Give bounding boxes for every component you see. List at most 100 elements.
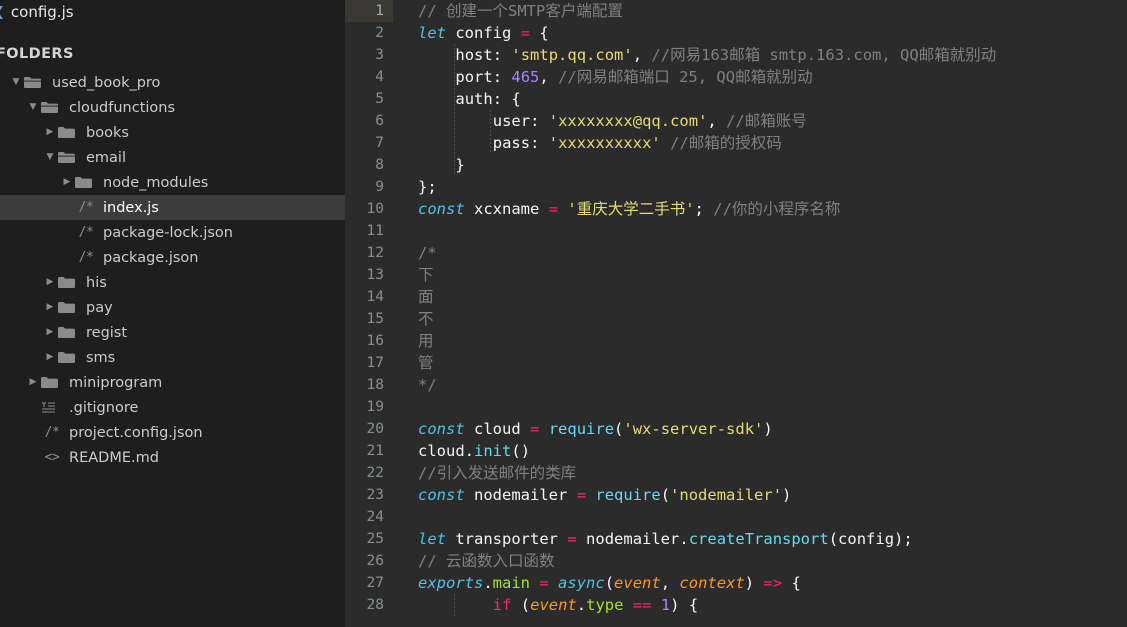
tree-item-label: email — [86, 149, 126, 166]
folder-open-icon — [58, 151, 80, 164]
tree-item-label: used_book_pro — [52, 74, 161, 91]
tree-item-readme-md[interactable]: ▶<>README.md — [0, 445, 345, 470]
code-line[interactable]: */ — [393, 374, 1127, 396]
line-number: 27 — [366, 575, 384, 591]
code-line[interactable]: let transporter = nodemailer.createTrans… — [393, 528, 1127, 550]
tree-item-package-json[interactable]: ▶/*package.json — [0, 245, 345, 270]
tree-item-node-modules[interactable]: ▶ node_modules — [0, 170, 345, 195]
line-number-gutter: 1 2 3 4 5 6 7 8 9 10 11 12 13 14 15 16 17 18 19 20 21 22 23 24 2… — [345, 0, 393, 627]
indent-guide — [454, 44, 455, 176]
tree-item-project-config-json[interactable]: ▶/*project.config.json — [0, 420, 345, 445]
line-number: 26 — [366, 553, 384, 569]
code-line[interactable]: let config = { — [393, 22, 1127, 44]
code-editor[interactable]: 1 2 3 4 5 6 7 8 9 10 11 12 13 14 15 16 17 18 19 20 21 22 23 24 2… — [345, 0, 1127, 627]
code-line[interactable]: // 创建一个SMTP客户端配置 — [393, 0, 1127, 22]
folder-open-icon — [41, 101, 63, 114]
folder-icon — [58, 301, 80, 314]
chevron-right-icon[interactable]: ▶ — [59, 178, 75, 187]
line-number: 18 — [366, 377, 384, 393]
chevron-right-icon[interactable]: ▶ — [42, 278, 58, 287]
tree-item-books[interactable]: ▶ books — [0, 120, 345, 145]
line-number: 6 — [375, 113, 384, 129]
line-number: 5 — [375, 91, 384, 107]
code-line[interactable]: const xcxname = '重庆大学二手书'; //你的小程序名称 — [393, 198, 1127, 220]
tree-item-package-lock-json[interactable]: ▶/*package-lock.json — [0, 220, 345, 245]
folder-icon — [58, 126, 80, 139]
code-line[interactable]: pass: 'xxxxxxxxxx' //邮箱的授权码 — [393, 132, 1127, 154]
code-line[interactable]: port: 465, //网易邮箱端口 25, QQ邮箱就别动 — [393, 66, 1127, 88]
js-file-icon: /* — [78, 200, 94, 215]
chevron-down-icon[interactable]: ▼ — [8, 78, 24, 87]
tree-item-used-book-pro[interactable]: ▼ used_book_pro — [0, 70, 345, 95]
tree-item-miniprogram[interactable]: ▶ miniprogram — [0, 370, 345, 395]
chevron-down-icon[interactable]: ▼ — [42, 153, 58, 162]
line-number: 7 — [375, 135, 384, 151]
line-number: 17 — [366, 355, 384, 371]
tab-config-js[interactable]: ❮ config.js — [0, 3, 82, 21]
code-line[interactable]: 面 — [393, 286, 1127, 308]
code-line[interactable] — [393, 506, 1127, 528]
line-number: 13 — [366, 267, 384, 283]
indent-guide — [490, 110, 491, 154]
code-line[interactable]: // 云函数入口函数 — [393, 550, 1127, 572]
tree-item-label: miniprogram — [69, 374, 163, 391]
folder-icon — [58, 276, 80, 289]
line-number: 22 — [366, 465, 384, 481]
tree-item-sms[interactable]: ▶ sms — [0, 345, 345, 370]
chevron-right-icon[interactable]: ▶ — [42, 128, 58, 137]
tree-item-regist[interactable]: ▶ regist — [0, 320, 345, 345]
tree-item-label: cloudfunctions — [69, 99, 176, 116]
code-line[interactable]: auth: { — [393, 88, 1127, 110]
line-number: 28 — [366, 597, 384, 613]
tree-item-his[interactable]: ▶ his — [0, 270, 345, 295]
code-line[interactable]: 不 — [393, 308, 1127, 330]
code-line[interactable]: 管 — [393, 352, 1127, 374]
code-line[interactable]: }; — [393, 176, 1127, 198]
text-file-icon — [41, 401, 63, 414]
line-number: 19 — [366, 399, 384, 415]
code-line[interactable]: if (event.type == 1) { — [393, 594, 1127, 616]
tree-item-label: package-lock.json — [103, 224, 233, 241]
line-number: 20 — [366, 421, 384, 437]
code-line[interactable]: const nodemailer = require('nodemailer') — [393, 484, 1127, 506]
line-number: 4 — [375, 69, 384, 85]
code-line[interactable]: host: 'smtp.qq.com', //网易163邮箱 smtp.163.… — [393, 44, 1127, 66]
code-line[interactable]: } — [393, 154, 1127, 176]
chevron-right-icon[interactable]: ▶ — [25, 378, 41, 387]
line-number: 1 — [345, 0, 393, 22]
code-line[interactable]: exports.main = async(event, context) => … — [393, 572, 1127, 594]
line-number: 3 — [375, 47, 384, 63]
file-tree: ▼ used_book_pro ▼ cloudfunctions ▶ books ▼ emai… — [0, 70, 345, 470]
indent-guide — [454, 594, 455, 616]
tree-item-pay[interactable]: ▶ pay — [0, 295, 345, 320]
line-number: 8 — [375, 157, 384, 173]
code-line[interactable]: cloud.init() — [393, 440, 1127, 462]
tree-item-email[interactable]: ▼ email — [0, 145, 345, 170]
js-file-icon: /* — [78, 250, 94, 265]
code-line[interactable]: /* — [393, 242, 1127, 264]
line-number: 16 — [366, 333, 384, 349]
chevron-right-icon[interactable]: ▶ — [42, 353, 58, 362]
folder-icon — [41, 376, 63, 389]
line-number: 9 — [375, 179, 384, 195]
tree-item-gitignore[interactable]: ▶.gitignore — [0, 395, 345, 420]
code-line[interactable]: //引入发送邮件的类库 — [393, 462, 1127, 484]
code-line[interactable]: const cloud = require('wx-server-sdk') — [393, 418, 1127, 440]
tree-item-label: .gitignore — [69, 399, 139, 416]
tree-item-cloudfunctions[interactable]: ▼ cloudfunctions — [0, 95, 345, 120]
code-content[interactable]: // 创建一个SMTP客户端配置 let config = { host: 'sm… — [393, 0, 1127, 627]
chevron-right-icon[interactable]: ▶ — [42, 328, 58, 337]
line-number: 11 — [366, 223, 384, 239]
tree-item-index-js[interactable]: ▶/*index.js — [0, 195, 345, 220]
chevron-right-icon[interactable]: ▶ — [42, 303, 58, 312]
line-number: 2 — [375, 25, 384, 41]
code-line[interactable]: 下 — [393, 264, 1127, 286]
code-line[interactable] — [393, 396, 1127, 418]
code-line[interactable]: 用 — [393, 330, 1127, 352]
code-line[interactable] — [393, 220, 1127, 242]
tab-bar: ❮ config.js — [0, 0, 345, 24]
line-number: 25 — [366, 531, 384, 547]
chevron-down-icon[interactable]: ▼ — [25, 103, 41, 112]
js-file-icon: /* — [78, 225, 94, 240]
code-line[interactable]: user: 'xxxxxxxx@qq.com', //邮箱账号 — [393, 110, 1127, 132]
